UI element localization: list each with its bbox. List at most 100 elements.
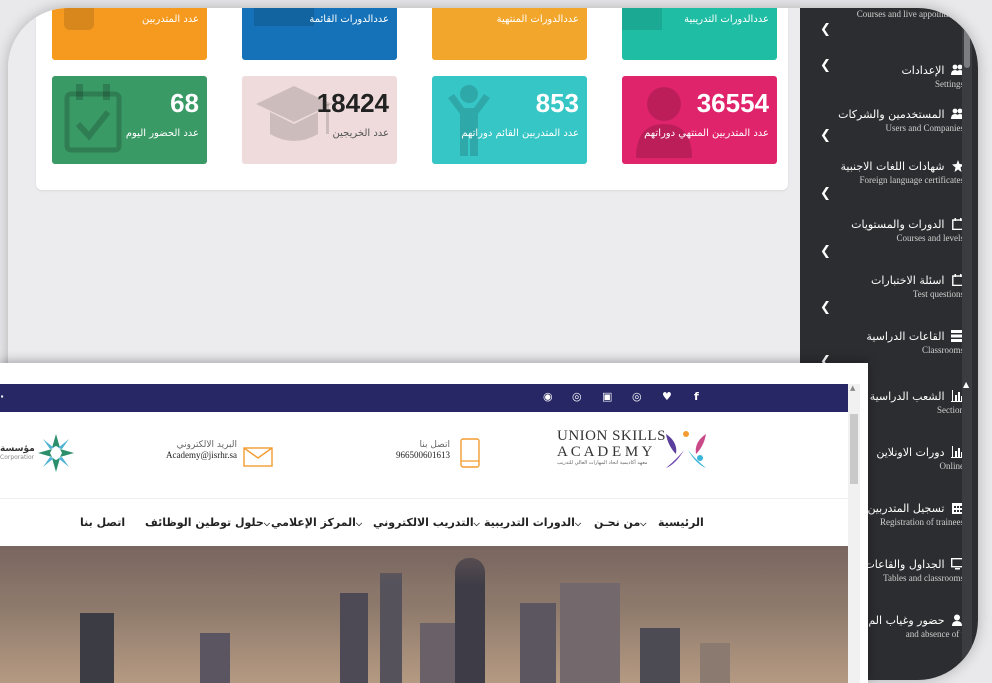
card-ongoing-courses[interactable]: عددالدورات القائمة	[242, 8, 397, 60]
sidebar-item-ar: الإعدادات	[901, 64, 945, 77]
calendar-check-icon	[64, 84, 122, 153]
sidebar-item-section[interactable]: الشعب الدراسية Section	[870, 390, 964, 416]
site-nav: الرئيسية من نحـن⌵ الدورات التدريبية⌵ الت…	[0, 498, 848, 547]
stats-panel: عدد المتدربين عددالدورات القائمة عددالدو…	[36, 8, 788, 190]
city-building	[340, 593, 368, 683]
nav-elearning-label: التدريب الالكتروني	[373, 516, 474, 529]
city-building	[560, 583, 620, 683]
sidebar-item-ar: القاعات الدراسية	[866, 330, 945, 343]
chevron-left-icon[interactable]: ❮	[820, 128, 831, 143]
email-block[interactable]: البريد الالكتروني Academy@jisrhr.sa	[166, 440, 237, 460]
sidebar-item-en: Online	[939, 461, 965, 471]
sidebar-item-ar: الشعب الدراسية	[869, 390, 945, 403]
chevron-down-icon: ⌵	[574, 519, 582, 528]
instagram-icon[interactable]: ◎	[572, 390, 582, 403]
menu-dot-icon: ·	[0, 390, 5, 403]
card-trainees[interactable]: عدد المتدربين	[52, 8, 207, 60]
email-label: البريد الالكتروني	[176, 440, 238, 450]
sidebar-item-en: Section	[937, 405, 964, 415]
email-value: Academy@jisrhr.sa	[166, 450, 238, 460]
nav-contact[interactable]: اتصل بنا	[80, 516, 125, 529]
sidebar-scrollbar[interactable]: ▲	[962, 8, 972, 680]
sidebar-item-en: Users and Companies	[885, 123, 965, 133]
partner-logo[interactable]: المؤسسة Corporation	[0, 444, 34, 461]
sidebar-item-en: Courses and live appointment	[856, 9, 964, 19]
chevron-left-icon[interactable]: ❮	[820, 300, 831, 315]
nav-courses[interactable]: الدورات التدريبية⌵	[484, 516, 581, 529]
sidebar-item-en: Registration of trainees	[880, 517, 964, 527]
contact-value: 966500601613	[396, 450, 450, 460]
logo-line-2: A C A D E M Y	[557, 444, 653, 460]
sidebar-item-en: Foreign language certificates	[859, 175, 964, 185]
sidebar-item-attendance[interactable]: حضور وغياب الم and absence of t	[868, 614, 964, 640]
sidebar-item-tables[interactable]: الجداول والقاعات Tables and classrooms	[864, 557, 965, 584]
card-value: 68	[170, 88, 199, 118]
card-finished-trainees[interactable]: 36554 عدد المتدربين المنتهي دوراتهم	[622, 76, 777, 164]
nav-elearning[interactable]: التدريب الالكتروني⌵	[373, 516, 480, 529]
chevron-left-icon[interactable]: ❮	[820, 58, 831, 73]
sidebar-item-certificates[interactable]: شهادات اللغات الاجنبية Foreign language …	[841, 160, 964, 186]
card-label: عدد المتدربين القائم دوراتهم	[461, 128, 579, 139]
person-standing-icon	[448, 85, 490, 156]
city-building	[640, 628, 680, 683]
nav-localization-label: حلول توطين الوظائف	[145, 516, 264, 529]
logo-line-1: UNION SKILLS	[557, 428, 666, 444]
partner-logo-icon	[38, 434, 74, 472]
chevron-left-icon[interactable]: ❮	[820, 22, 831, 37]
phone-icon	[460, 438, 480, 468]
youtube-icon[interactable]: ▣	[602, 390, 612, 403]
sidebar-item-en: and absence of t	[905, 629, 964, 639]
whatsapp-icon[interactable]: ◎	[632, 390, 642, 403]
scrollbar-thumb[interactable]	[850, 414, 858, 484]
facebook-icon[interactable]: f	[694, 390, 699, 403]
nav-localization[interactable]: حلول توطين الوظائف⌵	[145, 516, 270, 529]
contact-block[interactable]: اتصل بنا 966500601613	[396, 440, 450, 460]
card-icon	[622, 8, 662, 30]
website-screenshot: f ♥ ◎ ▣ ◎ ◉ · UNION SKILLS A C A D E M Y…	[0, 363, 868, 683]
card-ongoing-trainees[interactable]: 853 عدد المتدربين القائم دوراتهم	[432, 76, 587, 164]
city-building	[420, 623, 460, 683]
nav-courses-label: الدورات التدريبية	[484, 516, 575, 529]
nav-media[interactable]: المركز الإعلامي⌵	[271, 516, 362, 529]
sidebar-item-ar: الجداول والقاعات	[864, 558, 945, 571]
envelope-icon	[243, 447, 273, 467]
card-graduates[interactable]: 18424 عدد الخريجين	[242, 76, 397, 164]
nav-about-label: من نحـن	[594, 516, 641, 529]
snapchat-icon[interactable]: ◉	[543, 390, 553, 403]
sidebar-item-en: Classrooms	[921, 345, 964, 355]
sidebar-item-en: Courses and levels	[896, 233, 965, 243]
scroll-up-arrow-icon[interactable]: ▲	[850, 384, 855, 392]
card-finished-courses[interactable]: عددالدورات المنتهية	[432, 8, 587, 60]
sidebar-item-en: Tables and classrooms	[883, 573, 964, 583]
sidebar-item-classrooms[interactable]: القاعات الدراسية Classrooms	[866, 330, 964, 356]
sidebar-item-users[interactable]: المستخدمين والشركات Users and Companies	[838, 108, 964, 134]
sidebar-item-settings[interactable]: الإعدادات Settings	[901, 64, 964, 90]
sidebar-item-ar: الدورات والمستويات	[851, 218, 945, 231]
city-building	[520, 603, 556, 683]
sidebar-item-ar: تسجيل المتدربين	[867, 502, 945, 515]
website-scrollbar[interactable]: ▲	[848, 384, 860, 683]
nav-about[interactable]: من نحـن⌵	[594, 516, 646, 529]
sidebar-item-en: Settings	[934, 79, 964, 89]
chevron-down-icon: ⌵	[355, 519, 363, 528]
sidebar-item-courses-levels[interactable]: الدورات والمستويات Courses and levels	[851, 218, 964, 244]
nav-home[interactable]: الرئيسية	[658, 516, 704, 529]
sidebar-item-live-courses[interactable]: Courses and live appointment	[857, 8, 964, 20]
sidebar-item-online[interactable]: دورات الاونلاين Online	[876, 446, 964, 472]
sidebar-item-registration[interactable]: تسجيل المتدربين Registration of trainees	[867, 502, 964, 528]
card-label: عدد المتدربين	[142, 14, 199, 25]
twitter-icon[interactable]: ♥	[662, 390, 672, 403]
scrollbar-thumb[interactable]	[964, 28, 970, 68]
scroll-up-arrow-icon[interactable]: ▲	[963, 380, 969, 389]
chevron-left-icon[interactable]: ❮	[820, 186, 831, 201]
card-training-courses[interactable]: عددالدورات التدريبية	[622, 8, 777, 60]
academy-logo[interactable]: UNION SKILLS A C A D E M Y معهد أكاديمية…	[557, 428, 666, 466]
sky-haze	[0, 546, 848, 586]
sidebar-item-en: Test questions	[912, 289, 964, 299]
card-label: عدد المتدربين المنتهي دوراتهم	[644, 128, 769, 139]
chevron-left-icon[interactable]: ❮	[820, 244, 831, 259]
sidebar-item-ar: دورات الاونلاين	[876, 446, 945, 459]
chevron-down-icon: ⌵	[640, 519, 647, 528]
card-attendance-today[interactable]: 68 عدد الحضور اليوم	[52, 76, 207, 164]
sidebar-item-test-questions[interactable]: اسئلة الاختبارات Test questions	[871, 274, 964, 300]
